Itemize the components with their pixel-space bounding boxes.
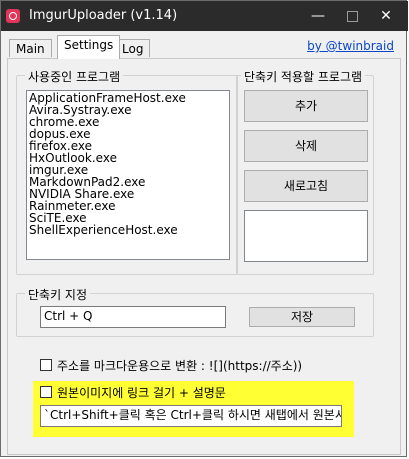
- maximize-icon: [346, 10, 358, 22]
- tab-settings[interactable]: Settings: [57, 35, 121, 59]
- hotkey-group: 단축키 지정 Ctrl + Q 저장: [16, 286, 374, 337]
- refresh-button[interactable]: 새로고침: [244, 170, 368, 202]
- add-button[interactable]: 추가: [244, 90, 368, 122]
- app-icon: [6, 9, 20, 23]
- maximize-button[interactable]: [337, 5, 367, 27]
- tab-strip: Main Settings Log by @twinbraid: [1, 31, 406, 59]
- running-programs-label: 사용중인 프로그램: [25, 68, 124, 85]
- save-button[interactable]: 저장: [249, 307, 355, 327]
- close-icon: ✕: [380, 8, 392, 24]
- target-programs-group: 단축키 적용할 프로그램 추가 삭제 새로고침: [236, 68, 374, 275]
- link-checkbox[interactable]: [40, 386, 52, 398]
- close-button[interactable]: ✕: [371, 5, 401, 27]
- tab-main[interactable]: Main: [9, 39, 52, 57]
- settings-panel: 사용중인 프로그램 ApplicationFrameHost.exe Avira…: [7, 58, 401, 455]
- markdown-option-label: 주소를 마크다운용으로 변환 : ![](https://주소)): [57, 359, 303, 373]
- markdown-checkbox[interactable]: [40, 359, 52, 371]
- hotkey-input[interactable]: Ctrl + Q: [40, 306, 226, 328]
- target-programs-list[interactable]: [244, 210, 368, 262]
- author-link[interactable]: by @twinbraid: [307, 39, 394, 53]
- window-title: ImgurUploader (v1.14): [29, 8, 178, 23]
- description-input[interactable]: `Ctrl+Shift+클릭 혹은 Ctrl+클릭 하시면 새탭에서 원본시: [40, 405, 342, 427]
- delete-button[interactable]: 삭제: [244, 130, 368, 162]
- running-programs-list[interactable]: ApplicationFrameHost.exe Avira.Systray.e…: [26, 90, 230, 260]
- title-bar[interactable]: ImgurUploader (v1.14) — ✕: [1, 1, 408, 31]
- app-window: ImgurUploader (v1.14) — ✕ Main Settings …: [0, 0, 408, 457]
- list-item[interactable]: ShellExperienceHost.exe: [29, 224, 229, 236]
- hotkey-label: 단축키 지정: [25, 286, 91, 303]
- running-programs-group: 사용중인 프로그램 ApplicationFrameHost.exe Avira…: [16, 68, 238, 275]
- minimize-icon: —: [311, 8, 325, 24]
- target-programs-label: 단축키 적용할 프로그램: [241, 68, 366, 85]
- tab-log[interactable]: Log: [115, 39, 151, 57]
- link-option-label: 원본이미지에 링크 걸기 + 설명문: [57, 386, 226, 400]
- minimize-button[interactable]: —: [303, 5, 333, 27]
